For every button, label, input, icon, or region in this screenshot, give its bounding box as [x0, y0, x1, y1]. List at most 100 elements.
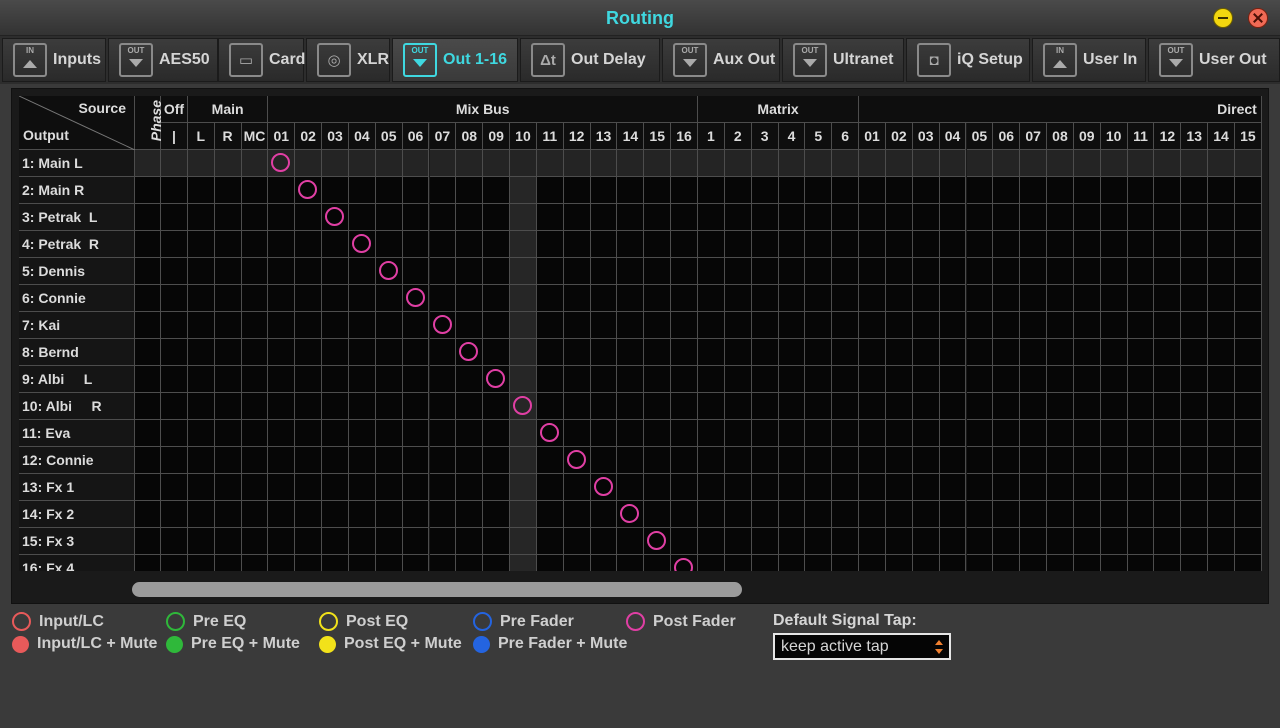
route-cell[interactable] — [617, 204, 645, 231]
route-cell[interactable] — [483, 366, 511, 393]
route-cell[interactable] — [912, 420, 940, 447]
route-cell[interactable] — [778, 393, 806, 420]
route-cell[interactable] — [348, 555, 376, 571]
route-cell[interactable] — [832, 474, 860, 501]
route-cell[interactable] — [1154, 528, 1182, 555]
route-cell[interactable] — [724, 474, 752, 501]
route-cell[interactable] — [644, 258, 672, 285]
route-cell[interactable] — [698, 555, 725, 571]
route-cell[interactable] — [456, 312, 484, 339]
route-cell[interactable] — [1100, 366, 1128, 393]
route-cell[interactable] — [1235, 204, 1262, 231]
route-cell[interactable] — [698, 231, 725, 258]
route-cell[interactable] — [698, 366, 725, 393]
route-cell[interactable] — [1047, 204, 1074, 231]
route-cell[interactable] — [1020, 231, 1048, 258]
route-cell[interactable] — [322, 285, 349, 312]
route-cell[interactable] — [1127, 555, 1155, 571]
route-cell[interactable] — [698, 393, 725, 420]
route-cell[interactable] — [778, 366, 806, 393]
route-cell[interactable] — [187, 150, 215, 177]
route-cell[interactable] — [617, 528, 645, 555]
tab-ultranet[interactable]: OUT Ultranet — [782, 38, 904, 82]
route-cell[interactable] — [805, 528, 833, 555]
route-cell[interactable] — [1047, 285, 1074, 312]
route-cell[interactable] — [1181, 393, 1209, 420]
route-cell[interactable] — [456, 177, 484, 204]
route-cell[interactable] — [644, 285, 672, 312]
route-cell[interactable] — [912, 258, 940, 285]
route-cell[interactable] — [483, 447, 511, 474]
route-cell[interactable] — [724, 420, 752, 447]
route-cell[interactable] — [348, 204, 376, 231]
route-cell[interactable] — [671, 285, 698, 312]
route-cell[interactable] — [805, 501, 833, 528]
output-row-label[interactable]: 1: Main L — [19, 150, 135, 177]
route-cell[interactable] — [1047, 312, 1074, 339]
route-cell[interactable] — [1100, 285, 1128, 312]
route-cell[interactable] — [1208, 285, 1235, 312]
route-cell[interactable] — [348, 474, 376, 501]
route-cell[interactable] — [1047, 366, 1074, 393]
route-cell[interactable] — [536, 420, 564, 447]
phase-cell[interactable] — [135, 447, 161, 474]
output-row-label[interactable]: 13: Fx 1 — [19, 474, 135, 501]
route-cell[interactable] — [993, 339, 1021, 366]
route-cell[interactable] — [644, 204, 672, 231]
route-cell[interactable] — [751, 501, 779, 528]
route-cell[interactable] — [1154, 447, 1182, 474]
route-cell[interactable] — [1208, 312, 1235, 339]
route-cell[interactable] — [1047, 231, 1074, 258]
route-cell[interactable] — [187, 366, 215, 393]
route-cell[interactable] — [778, 474, 806, 501]
route-cell[interactable] — [322, 528, 349, 555]
route-cell[interactable] — [912, 555, 940, 571]
route-cell[interactable] — [1020, 501, 1048, 528]
route-cell[interactable] — [563, 447, 591, 474]
route-cell[interactable] — [1020, 258, 1048, 285]
route-cell[interactable] — [456, 393, 484, 420]
route-cell[interactable] — [375, 366, 403, 393]
column-header[interactable]: 06 — [993, 123, 1021, 150]
route-cell[interactable] — [375, 150, 403, 177]
route-cell[interactable] — [456, 474, 484, 501]
route-cell[interactable] — [966, 474, 994, 501]
column-header[interactable]: 3 — [751, 123, 779, 150]
column-header[interactable]: 01 — [859, 123, 886, 150]
route-cell[interactable] — [832, 150, 860, 177]
route-cell[interactable] — [966, 177, 994, 204]
route-cell[interactable] — [617, 285, 645, 312]
route-cell[interactable] — [832, 285, 860, 312]
column-header[interactable]: 08 — [1047, 123, 1074, 150]
route-cell[interactable] — [510, 555, 537, 571]
route-cell[interactable] — [456, 339, 484, 366]
route-cell[interactable] — [832, 501, 860, 528]
route-cell[interactable] — [859, 474, 886, 501]
route-cell[interactable] — [859, 447, 886, 474]
route-cell[interactable] — [1073, 231, 1101, 258]
route-cell[interactable] — [993, 258, 1021, 285]
route-cell[interactable] — [671, 339, 698, 366]
route-cell[interactable] — [778, 339, 806, 366]
column-header[interactable]: 10 — [1100, 123, 1128, 150]
column-header[interactable]: 15 — [1235, 123, 1262, 150]
route-cell[interactable] — [510, 366, 537, 393]
column-header[interactable]: 03 — [322, 123, 349, 150]
route-cell[interactable] — [805, 204, 833, 231]
column-header[interactable]: 2 — [724, 123, 752, 150]
column-header[interactable]: R — [214, 123, 242, 150]
route-cell[interactable] — [993, 150, 1021, 177]
route-cell[interactable] — [939, 366, 967, 393]
route-cell[interactable] — [241, 285, 269, 312]
route-cell[interactable] — [241, 366, 269, 393]
route-cell[interactable] — [268, 555, 296, 571]
route-cell[interactable] — [1181, 447, 1209, 474]
route-cell[interactable] — [885, 177, 913, 204]
route-cell[interactable] — [885, 420, 913, 447]
route-cell[interactable] — [536, 366, 564, 393]
route-cell[interactable] — [1181, 528, 1209, 555]
route-cell[interactable] — [1154, 204, 1182, 231]
route-cell[interactable] — [1235, 393, 1262, 420]
route-cell[interactable] — [671, 528, 698, 555]
route-cell[interactable] — [322, 258, 349, 285]
